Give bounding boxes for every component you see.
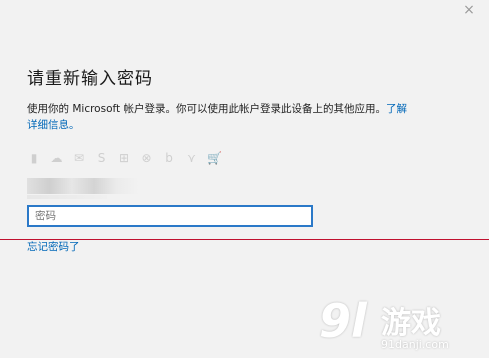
watermark-brand: 游戏: [381, 306, 441, 341]
learn-more-link[interactable]: 了解: [386, 103, 407, 115]
watermark-url: 91danji.com: [381, 338, 449, 351]
description: 使用你的 Microsoft 帐户登录。你可以使用此帐户登录此设备上的其他应用。…: [27, 101, 447, 133]
close-icon[interactable]: ×: [463, 3, 475, 17]
login-dialog: × 请重新输入密码 使用你的 Microsoft 帐户登录。你可以使用此帐户登录…: [0, 0, 489, 358]
store-icon: 🛒: [207, 151, 222, 165]
outlook-icon: ✉: [73, 151, 85, 165]
watermark-logo: 9l: [319, 294, 367, 348]
bing-icon: b: [165, 151, 173, 165]
watermark: 9l 游戏 91danji.com: [319, 294, 484, 354]
service-icons: ▮ ☁ ✉ S ⊞ ⊗ b ⋎ 🛒: [27, 150, 230, 166]
office-icon: ▮: [30, 151, 38, 165]
forgot-password-link[interactable]: 忘记密码了: [27, 239, 80, 254]
msn-icon: ⋎: [187, 151, 196, 165]
blurred-account-detail: [27, 195, 107, 199]
windows-icon: ⊞: [118, 151, 130, 165]
blurred-account-name: [27, 178, 139, 194]
xbox-icon: ⊗: [141, 151, 152, 165]
password-field[interactable]: [27, 205, 313, 227]
learn-more-link-continued[interactable]: 详细信息。: [27, 119, 80, 131]
onedrive-icon: ☁: [50, 151, 63, 165]
skype-icon: S: [97, 151, 106, 165]
page-title: 请重新输入密码: [27, 69, 153, 89]
description-text: 使用你的 Microsoft 帐户登录。你可以使用此帐户登录此设备上的其他应用。: [27, 103, 386, 115]
